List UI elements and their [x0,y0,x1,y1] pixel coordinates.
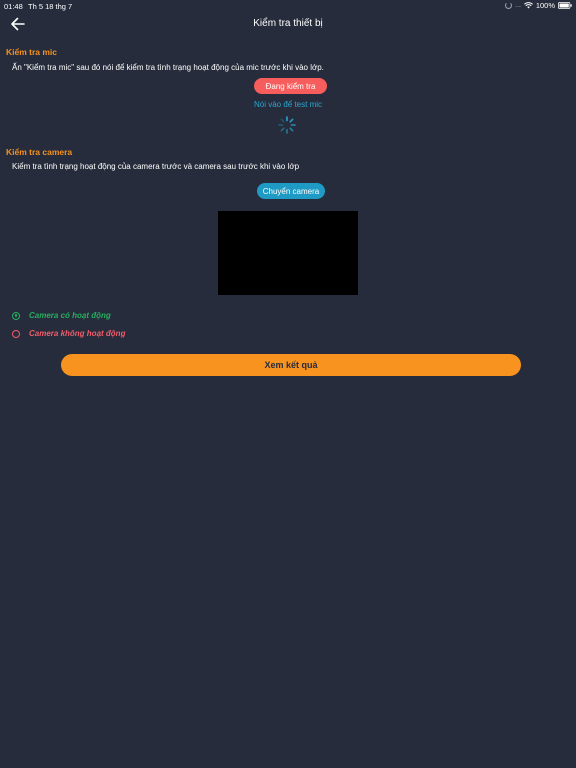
battery-percent: 100% [535,1,555,10]
activity-icon [504,2,512,9]
status-indicators: ..... 100% [504,1,572,10]
switch-camera-button[interactable]: Chuyển camera [257,183,325,199]
testing-mic-button[interactable]: Đang kiểm tra [254,78,327,94]
mic-hint-text: Nói vào để test mic [253,100,323,109]
camera-description: Kiểm tra tình trạng hoạt động của camera… [12,162,300,171]
radio-checked-icon [12,311,20,320]
radio-camera-working[interactable]: Camera có hoạt động [12,311,111,320]
camera-section-title: Kiểm tra camera [6,147,73,157]
mic-hint: Nói vào để test mic [0,100,576,109]
status-bar: 01:48 Th 5 18 thg 7 ..... 100% [0,0,576,12]
view-result-button[interactable]: Xem kết quả [61,354,521,376]
radio-unchecked-icon [12,329,20,338]
signal-dots-icon: ..... [514,2,521,9]
mic-section-title: Kiểm tra mic [6,47,58,57]
mic-description: Ấn "Kiểm tra mic" sau đó nói để kiểm tra… [12,63,324,72]
radio-camera-working-label: Camera có hoạt động [29,311,111,320]
testing-mic-button-label: Đang kiểm tra [265,81,316,91]
loading-spinner-icon [277,115,297,135]
wifi-icon [523,2,533,9]
battery-icon [558,2,572,9]
page-title: Kiểm tra thiết bị [253,18,323,29]
view-result-button-label: Xem kết quả [264,360,318,370]
camera-preview [218,211,358,295]
radio-camera-not-working-label: Camera không hoạt động [29,329,126,338]
status-time: 01:48 [4,2,23,11]
radio-camera-not-working[interactable]: Camera không hoạt động [12,329,125,338]
header: Kiểm tra thiết bị [0,13,576,35]
status-date: Th 5 18 thg 7 [28,2,73,11]
switch-camera-button-label: Chuyển camera [262,186,320,196]
